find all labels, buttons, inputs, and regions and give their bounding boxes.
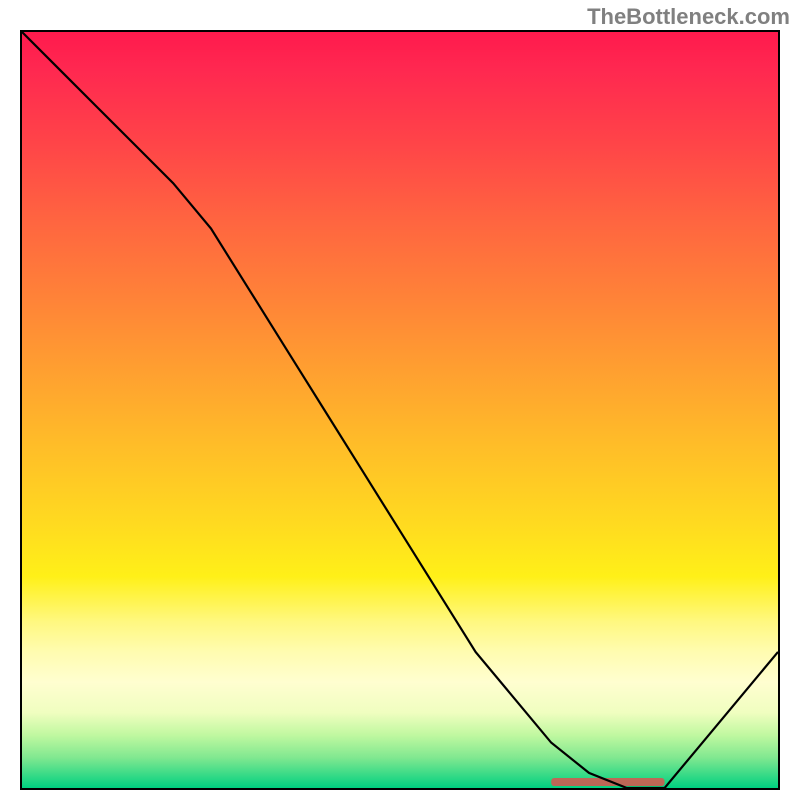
chart-container: TheBottleneck.com	[0, 0, 800, 800]
chart-overlay	[22, 32, 778, 788]
watermark-text: TheBottleneck.com	[587, 4, 790, 30]
plot-area	[20, 30, 780, 790]
optimal-range-marker	[551, 778, 664, 786]
bottleneck-curve	[22, 32, 778, 788]
